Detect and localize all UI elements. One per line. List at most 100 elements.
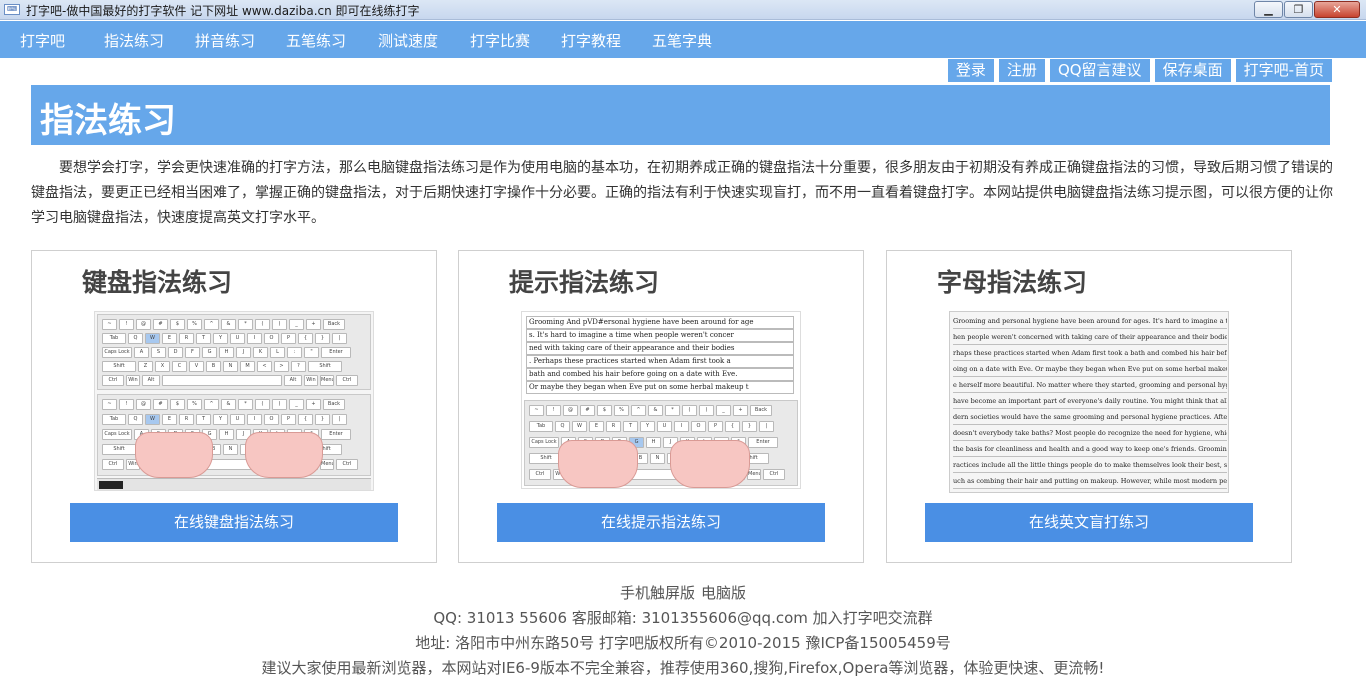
keyboard-key: _: [289, 319, 304, 330]
keyboard-key: D: [168, 347, 183, 358]
keyboard-key: Caps Lock: [529, 437, 559, 448]
practice-page-line: the basis for cleanliness and health and…: [953, 443, 1227, 457]
homepage-link[interactable]: 打字吧-首页: [1235, 59, 1332, 82]
keyboard-key: ^: [631, 405, 646, 416]
mobile-version-link[interactable]: 手机触屏版: [620, 584, 695, 602]
practice-text-line: . Perhaps these practices started when A…: [526, 355, 794, 368]
page-title: 指法练习: [40, 101, 176, 141]
practice-page-line: oing on a date with Eve. Or maybe they b…: [953, 363, 1227, 377]
card-title: 键盘指法练习: [82, 268, 233, 297]
keyboard-row: CtrlWinAltAltWinMenuCtrl: [102, 375, 358, 386]
keyboard-key: U: [230, 333, 245, 344]
keyboard-key: O: [264, 414, 279, 425]
nav-item-home[interactable]: 打字吧: [20, 30, 65, 51]
keyboard-key: A: [134, 347, 149, 358]
footer-version-links: 手机触屏版 电脑版: [0, 581, 1366, 606]
keyboard-key: +: [733, 405, 748, 416]
practice-text-line: Or maybe they began when Eve put on some…: [526, 381, 794, 394]
nav-item-speed-test[interactable]: 测试速度: [378, 30, 438, 51]
keyboard-row: Tab Q W E R T Y U I O P{} |: [102, 414, 347, 425]
keyboard-fingering-preview[interactable]: ~! @ # $% ^ & *() _ + Back Tab Q W E R T Y U I O P{} | Caps Lo…: [94, 311, 374, 491]
restore-button[interactable]: ❐: [1284, 1, 1313, 18]
practice-text-line: Grooming And pVD#ersonal hygiene have be…: [526, 316, 794, 329]
keyboard-key: }: [742, 421, 757, 432]
keyboard-key: @: [563, 405, 578, 416]
right-hand-icon: [245, 432, 323, 478]
keyboard-key: J: [236, 347, 251, 358]
keyboard-key: @: [136, 319, 151, 330]
prompt-fingering-preview[interactable]: Grooming And pVD#ersonal hygiene have be…: [521, 311, 801, 489]
keyboard-key: W: [145, 414, 160, 425]
prompt-fingering-button[interactable]: 在线提示指法练习: [497, 503, 825, 542]
keyboard-fingering-button[interactable]: 在线键盘指法练习: [70, 503, 398, 542]
keyboard-key: %: [187, 319, 202, 330]
keyboard-key: &: [221, 319, 236, 330]
keyboard-key: ?: [291, 361, 306, 372]
keyboard-key: S: [151, 347, 166, 358]
keyboard-key: _: [716, 405, 731, 416]
close-button[interactable]: ✕: [1314, 1, 1360, 18]
card-title: 提示指法练习: [509, 268, 660, 297]
keyboard-key: Caps Lock: [102, 429, 132, 440]
keyboard-illustration: ~! @ # $% ^ & *() _ + Back Tab Q W E R T Y U I O P{} | Caps Lo…: [97, 314, 371, 390]
nav-item-contest[interactable]: 打字比赛: [470, 30, 530, 51]
keyboard-key: Y: [640, 421, 655, 432]
desktop-version-link[interactable]: 电脑版: [701, 584, 746, 602]
nav-item-wubi[interactable]: 五笔练习: [286, 30, 346, 51]
blind-typing-button[interactable]: 在线英文盲打练习: [925, 503, 1253, 542]
keyboard-key: (: [255, 399, 270, 410]
keyboard-key: }: [315, 333, 330, 344]
keyboard-key: ): [272, 399, 287, 410]
minimize-button[interactable]: ▁: [1254, 1, 1283, 18]
keyboard-key: Tab: [529, 421, 553, 432]
login-link[interactable]: 登录: [947, 59, 994, 82]
keyboard-key: ~: [102, 399, 117, 410]
qq-feedback-link[interactable]: QQ留言建议: [1049, 59, 1150, 82]
practice-text-line: ned with taking care of their appearance…: [526, 342, 794, 355]
keyboard-key: !: [119, 399, 134, 410]
keyboard-key: G: [202, 347, 217, 358]
nav-item-tutorial[interactable]: 打字教程: [561, 30, 621, 51]
keyboard-key: #: [153, 399, 168, 410]
window-title: 打字吧-做中国最好的打字软件 记下网址 www.daziba.cn 即可在线练打…: [26, 4, 420, 18]
close-icon: ✕: [1332, 3, 1342, 16]
keyboard-key: V: [189, 361, 204, 372]
keyboard-key: I: [674, 421, 689, 432]
keyboard-row: Tab Q W E R T Y U I O P{} |: [102, 333, 347, 344]
page-footer: 手机触屏版 电脑版 QQ: 31013 55606 客服邮箱: 310135560…: [0, 581, 1366, 681]
keyboard-key: Q: [128, 333, 143, 344]
keyboard-key: X: [155, 361, 170, 372]
keyboard-key: >: [274, 361, 289, 372]
practice-page-line: doesn't everybody take baths? Most peopl…: [953, 427, 1227, 441]
nav-item-wubi-dict[interactable]: 五笔字典: [652, 30, 712, 51]
save-desktop-link[interactable]: 保存桌面: [1154, 59, 1231, 82]
keyboard-row: Caps LockASDFGHJKL:"Enter: [102, 347, 351, 358]
keyboard-key: $: [597, 405, 612, 416]
letter-fingering-preview[interactable]: Grooming and personal hygiene have been …: [949, 311, 1229, 493]
left-hand-icon: [558, 440, 638, 488]
card-prompt-fingering: 提示指法练习 Grooming And pVD#ersonal hygiene …: [458, 250, 864, 563]
keyboard-key: N: [223, 444, 238, 455]
card-keyboard-fingering: 键盘指法练习 ~! @ # $% ^ & *() _ + Back Tab Q W E R T Y U I O P{} |…: [31, 250, 437, 563]
keyboard-key: F: [185, 347, 200, 358]
keyboard-key: P: [281, 414, 296, 425]
keyboard-key: @: [136, 399, 151, 410]
practice-page-line: dern societies would have the same groom…: [953, 411, 1227, 425]
keyboard-key: <: [257, 361, 272, 372]
keyboard-key: [162, 375, 282, 386]
keyboard-key: !: [119, 319, 134, 330]
card-title: 字母指法练习: [937, 268, 1088, 297]
keyboard-key: Tab: [102, 333, 126, 344]
practice-page-line: rhaps these practices started when Adam …: [953, 347, 1227, 361]
keyboard-key: Ctrl: [763, 469, 785, 480]
register-link[interactable]: 注册: [998, 59, 1045, 82]
keyboard-key: &: [648, 405, 663, 416]
keyboard-key: |: [759, 421, 774, 432]
keyboard-key: O: [264, 333, 279, 344]
footer-contact: QQ: 31013 55606 客服邮箱: 3101355606@qq.com …: [433, 609, 933, 627]
nav-item-fingering[interactable]: 指法练习: [104, 30, 164, 51]
keyboard-key: {: [298, 333, 313, 344]
keyboard-key: C: [172, 361, 187, 372]
nav-item-pinyin[interactable]: 拼音练习: [195, 30, 255, 51]
keyboard-key: Enter: [748, 437, 778, 448]
